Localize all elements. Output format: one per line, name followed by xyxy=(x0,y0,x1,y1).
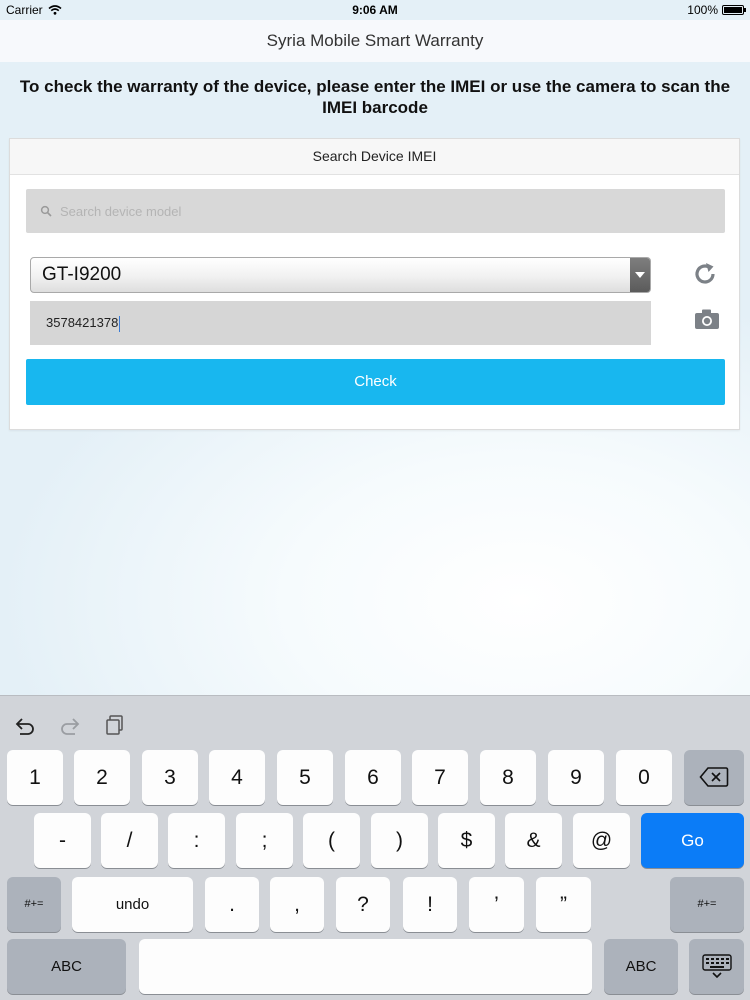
battery-icon xyxy=(722,5,746,15)
navigation-bar: Syria Mobile Smart Warranty xyxy=(0,20,750,62)
check-button[interactable]: Check xyxy=(26,359,725,405)
camera-icon[interactable] xyxy=(694,308,720,330)
key-6[interactable]: 6 xyxy=(345,750,401,805)
abc-key-left[interactable]: ABC xyxy=(7,939,126,994)
key-5[interactable]: 5 xyxy=(277,750,333,805)
key-semicolon[interactable]: ; xyxy=(236,813,293,868)
key-9[interactable]: 9 xyxy=(548,750,604,805)
key-exclamation[interactable]: ! xyxy=(403,877,457,932)
text-caret xyxy=(119,315,121,332)
key-0[interactable]: 0 xyxy=(616,750,672,805)
key-8[interactable]: 8 xyxy=(480,750,536,805)
on-screen-keyboard: 1 2 3 4 5 6 7 8 9 0 - / : ; ( ) $ & @ Go… xyxy=(0,695,750,1000)
key-question[interactable]: ? xyxy=(336,877,390,932)
key-close-paren[interactable]: ) xyxy=(371,813,428,868)
chevron-down-icon[interactable] xyxy=(630,258,650,292)
undo-key[interactable]: undo xyxy=(72,877,193,932)
key-4[interactable]: 4 xyxy=(209,750,265,805)
model-select[interactable]: GT-I9200 xyxy=(30,257,651,293)
key-slash[interactable]: / xyxy=(101,813,158,868)
clock: 9:06 AM xyxy=(352,3,398,17)
refresh-icon[interactable] xyxy=(692,261,718,287)
key-apostrophe[interactable]: ’ xyxy=(469,877,524,932)
key-colon[interactable]: : xyxy=(168,813,225,868)
battery-indicator: 100% xyxy=(687,3,746,17)
card-header: Search Device IMEI xyxy=(10,139,739,175)
key-open-paren[interactable]: ( xyxy=(303,813,360,868)
dismiss-keyboard-key[interactable] xyxy=(689,939,744,994)
space-key[interactable] xyxy=(139,939,592,994)
key-at[interactable]: @ xyxy=(573,813,630,868)
search-icon xyxy=(40,205,52,217)
instruction-text: To check the warranty of the device, ple… xyxy=(19,77,731,117)
more-symbols-key-right[interactable]: #+= xyxy=(670,877,744,932)
paste-icon[interactable] xyxy=(104,714,126,736)
key-7[interactable]: 7 xyxy=(412,750,468,805)
go-key[interactable]: Go xyxy=(641,813,744,868)
keyboard-dismiss-icon xyxy=(701,954,732,979)
more-symbols-key-left[interactable]: #+= xyxy=(7,877,61,932)
key-dollar[interactable]: $ xyxy=(438,813,495,868)
key-ampersand[interactable]: & xyxy=(505,813,562,868)
redo-icon[interactable] xyxy=(58,714,82,736)
key-quote[interactable]: ” xyxy=(536,877,591,932)
key-comma[interactable]: , xyxy=(270,877,324,932)
abc-key-right[interactable]: ABC xyxy=(604,939,678,994)
key-2[interactable]: 2 xyxy=(74,750,130,805)
battery-percent: 100% xyxy=(687,3,718,17)
imei-search-card: Search Device IMEI GT-I9200 3578421378 C… xyxy=(9,138,740,430)
backspace-icon xyxy=(699,767,729,787)
search-input[interactable] xyxy=(58,202,725,220)
model-select-value: GT-I9200 xyxy=(42,264,122,285)
key-1[interactable]: 1 xyxy=(7,750,63,805)
device-model-search[interactable] xyxy=(26,189,725,233)
key-hyphen[interactable]: - xyxy=(34,813,91,868)
imei-value: 3578421378 xyxy=(46,315,119,330)
undo-icon[interactable] xyxy=(13,714,37,736)
status-bar: Carrier 9:06 AM 100% xyxy=(0,0,750,20)
imei-input[interactable]: 3578421378 xyxy=(30,301,651,345)
key-3[interactable]: 3 xyxy=(142,750,198,805)
key-period[interactable]: . xyxy=(205,877,259,932)
delete-key[interactable] xyxy=(684,750,744,805)
nav-title: Syria Mobile Smart Warranty xyxy=(266,31,484,50)
